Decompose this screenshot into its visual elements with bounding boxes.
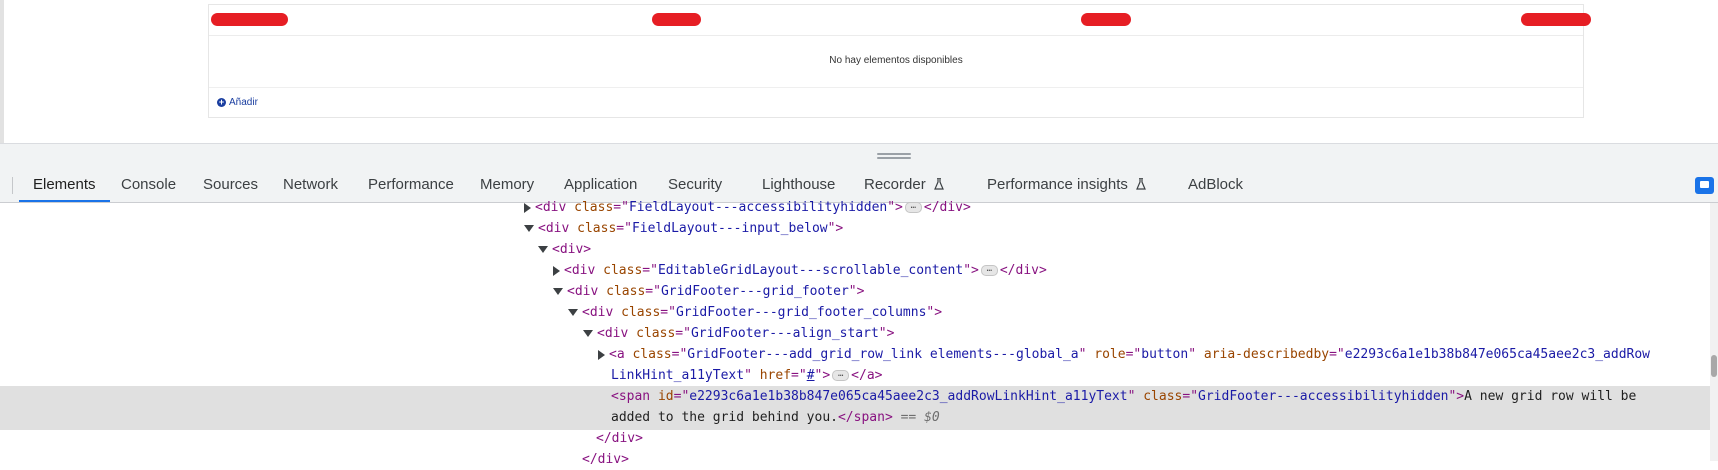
class-value: GridFooter---add_grid_row_link elements-… [687, 347, 1079, 362]
class-value: EditableGridLayout---scrollable_content [657, 263, 964, 278]
class-value: FieldLayout---input_below [631, 221, 828, 236]
plus-circle-icon: + [217, 97, 226, 107]
dom-node[interactable]: <div class="FieldLayout---accessibilityh… [524, 197, 1718, 218]
grid-divider [209, 87, 1583, 88]
collapse-arrow-icon[interactable] [568, 309, 578, 316]
dom-node[interactable]: <div class="EditableGridLayout---scrolla… [553, 260, 1718, 281]
tab-performance[interactable]: Performance [354, 168, 468, 202]
dom-node-wrap: added to the grid behind you.</span> == … [611, 410, 940, 425]
collapse-arrow-icon[interactable] [583, 330, 593, 337]
tab-label: Security [668, 176, 723, 193]
dom-node[interactable]: <div class="FieldLayout---input_below"> [524, 218, 1718, 239]
tab-label: AdBlock [1188, 176, 1244, 193]
text-node: A new grid row will be [1464, 389, 1637, 404]
ellipsis-icon[interactable]: … [832, 370, 850, 381]
tab-label: Elements [33, 176, 96, 193]
text-node-cont: added to the grid behind you. [611, 410, 838, 425]
collapse-arrow-icon[interactable] [524, 225, 534, 232]
drag-handle-icon [877, 153, 911, 159]
empty-message: No hay elementos disponibles [829, 55, 963, 66]
tab-label: Network [283, 176, 339, 193]
dom-node[interactable]: <div class="GridFooter---grid_footer_col… [568, 302, 1718, 323]
redacted-header-4 [1521, 13, 1591, 26]
tab-label: Lighthouse [762, 176, 836, 193]
id-value: e2293c6a1e1b38b847e065ca45aee2c3_addRowL… [689, 389, 1128, 404]
tab-sources[interactable]: Sources [189, 168, 272, 202]
dom-node[interactable]: <div class="GridFooter---grid_footer"> [553, 281, 1718, 302]
tab-label: Performance insights [987, 176, 1128, 193]
dom-node-close[interactable]: </div> [596, 428, 1718, 449]
console-ref-marker: == $0 [900, 410, 940, 425]
grid-header [209, 5, 1591, 36]
class-value: GridFooter---accessibilityhidden [1198, 389, 1449, 404]
dom-node-wrap: LinkHint_a11yText" href="#">… </a> [611, 368, 883, 383]
describedby-value-cont: LinkHint_a11yText [611, 368, 745, 383]
dom-node-selected[interactable]: <span id="e2293c6a1e1b38b847e065ca45aee2… [611, 386, 1718, 407]
redacted-header-2 [652, 13, 701, 26]
ellipsis-icon[interactable]: … [904, 202, 922, 213]
tab-label: Performance [368, 176, 454, 193]
ellipsis-icon[interactable]: … [980, 265, 998, 276]
tab-label: Sources [203, 176, 259, 193]
dom-node[interactable]: <a class="GridFooter---add_grid_row_link… [598, 344, 1718, 365]
devtools-resize-handle[interactable] [0, 143, 1718, 168]
editable-grid: No hay elementos disponibles + Añadir [208, 4, 1591, 118]
page-viewport: No hay elementos disponibles + Añadir [0, 0, 1718, 143]
redacted-header-1 [211, 13, 288, 26]
tab-label: Application [564, 176, 638, 193]
tab-elements[interactable]: Elements [19, 168, 110, 202]
class-value: FieldLayout---accessibilityhidden [628, 200, 888, 215]
scrollbar-thumb[interactable] [1711, 355, 1717, 377]
expand-arrow-icon[interactable] [598, 349, 605, 360]
role-value: button [1141, 347, 1189, 362]
class-value: GridFooter---align_start [690, 326, 879, 341]
href-value[interactable]: # [807, 368, 815, 383]
add-row-link[interactable]: + Añadir [217, 97, 258, 108]
expand-arrow-icon[interactable] [553, 265, 560, 276]
dom-node-close[interactable]: </div> [582, 449, 1718, 470]
vertical-scrollbar[interactable] [1710, 203, 1718, 461]
dom-node[interactable]: <div> [538, 239, 1718, 260]
tab-label: Recorder [864, 176, 926, 193]
class-value: GridFooter---grid_footer_columns [675, 305, 927, 320]
tab-bar-divider [12, 177, 13, 194]
class-value: GridFooter---grid_footer [660, 284, 849, 299]
flask-icon [1136, 178, 1146, 190]
add-row-label: Añadir [229, 97, 258, 108]
redacted-header-3 [1081, 13, 1131, 26]
tab-network[interactable]: Network [269, 168, 352, 202]
tab-label: Memory [480, 176, 535, 193]
tab-label: Console [121, 176, 177, 193]
collapse-arrow-icon[interactable] [553, 288, 563, 295]
flask-icon [933, 178, 944, 190]
describedby-value: e2293c6a1e1b38b847e065ca45aee2c3_addRow [1344, 347, 1651, 362]
collapse-arrow-icon[interactable] [538, 246, 548, 253]
expand-arrow-icon[interactable] [524, 202, 531, 213]
dom-node[interactable]: <div class="GridFooter---align_start"> [583, 323, 1718, 344]
elements-dom-tree: <div class="FieldLayout---accessibilityh… [0, 200, 1718, 467]
feedback-icon[interactable] [1695, 177, 1714, 194]
tab-console[interactable]: Console [107, 168, 190, 202]
